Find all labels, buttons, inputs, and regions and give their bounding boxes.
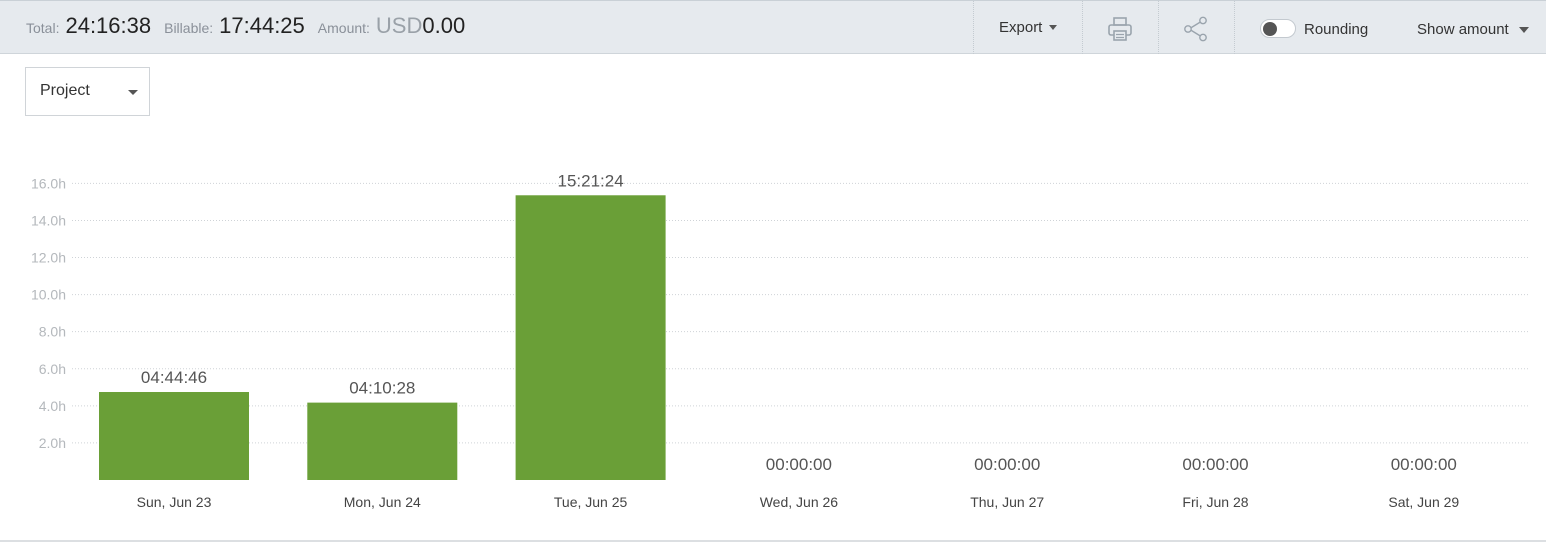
bar-value-label: 00:00:00 (974, 455, 1040, 474)
y-tick-label: 10.0h (31, 287, 66, 303)
bar-value-label: 04:44:46 (141, 368, 207, 387)
x-category-label: Sat, Jun 29 (1388, 494, 1459, 510)
x-category-label: Fri, Jun 28 (1182, 494, 1248, 510)
bar-value-label: 00:00:00 (1391, 455, 1457, 474)
bar (99, 392, 249, 480)
bar-value-label: 15:21:24 (558, 171, 624, 190)
y-tick-label: 4.0h (39, 398, 66, 414)
bar-value-label: 00:00:00 (766, 455, 832, 474)
y-tick-label: 6.0h (39, 361, 66, 377)
x-category-label: Tue, Jun 25 (554, 494, 628, 510)
y-tick-label: 2.0h (39, 435, 66, 451)
bar-value-label: 00:00:00 (1182, 455, 1248, 474)
x-category-label: Sun, Jun 23 (137, 494, 212, 510)
y-tick-label: 12.0h (31, 250, 66, 266)
x-category-label: Thu, Jun 27 (970, 494, 1044, 510)
bar (515, 195, 666, 480)
bar-value-label: 04:10:28 (349, 379, 415, 398)
bar (307, 402, 458, 480)
y-tick-label: 8.0h (39, 324, 66, 340)
y-tick-label: 16.0h (31, 175, 66, 191)
y-tick-label: 14.0h (31, 212, 66, 228)
daily-hours-bar-chart: 2.0h 4.0h 6.0h 8.0h 10.0h 12.0h 14.0h 16.0h 04:4… (31, 171, 1528, 510)
x-category-label: Mon, Jun 24 (344, 494, 421, 510)
x-category-label: Wed, Jun 26 (760, 494, 839, 510)
